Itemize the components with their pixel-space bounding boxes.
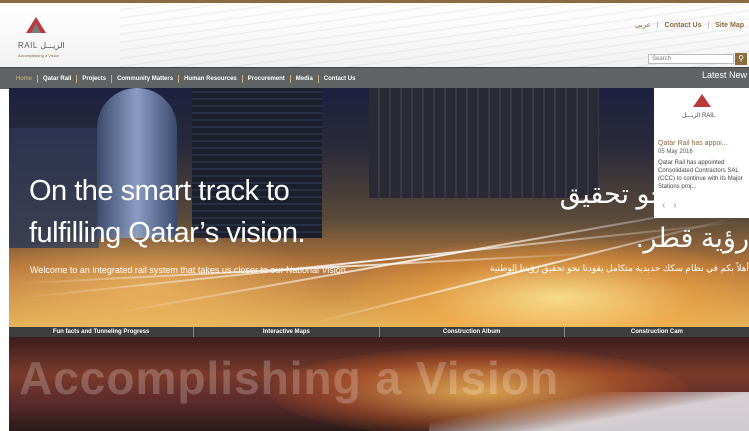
nav-item-community-matters[interactable]: Community Matters [112,74,180,83]
news-date: 05 May 2016 [658,149,693,155]
logo-mark-icon [693,94,711,107]
hero-headline: On the smart track to fulfilling Qatar’s… [29,170,306,254]
arabic-language-link[interactable]: عربي [635,22,651,29]
search-input[interactable]: Search [648,54,734,64]
logo-text: RAIL الريـــل [18,41,65,50]
logo-tagline: Accomplishing a Vision [18,53,60,58]
news-body: Qatar Rail has appointed Consolidated Co… [658,160,743,190]
nav-item-human-resources[interactable]: Human Resources [179,74,243,83]
nav-item-media[interactable]: Media [291,74,319,83]
nav-item-qatar-rail[interactable]: Qatar Rail [38,74,78,83]
hero-subtitle-arabic: أهلاً بكم في نظام سكك حديدية متكامل يقود… [489,263,749,273]
site-logo[interactable]: RAIL الريـــل Accomplishing a Vision [14,17,65,65]
news-headline[interactable]: Qatar Rail has appoi... [658,140,728,147]
separator: | [707,22,710,29]
nav-item-contact-us[interactable]: Contact Us [319,75,361,83]
hero-headline-line2: fulfilling Qatar’s vision. [29,217,306,249]
latest-news-panel[interactable]: الريـــل RAIL Qatar Rail has appoi... 05… [654,88,749,218]
news-logo-text: الريـــل RAIL [682,113,716,119]
latest-news-title: Latest New [701,70,747,80]
nav-item-projects[interactable]: Projects [77,74,113,83]
chevron-right-icon[interactable]: › [673,200,684,211]
tab-construction-cam[interactable]: Construction Cam [565,327,749,337]
nav-item-home[interactable]: Home [11,74,39,83]
hero-slider[interactable]: On the smart track to fulfilling Qatar’s… [9,88,749,327]
main-navigation: Home Qatar Rail Projects Community Matte… [0,67,749,89]
search-button[interactable]: ⚲ [735,53,747,65]
search-icon: ⚲ [738,54,744,63]
news-logo: الريـــل RAIL [682,94,722,132]
feature-tabs: Fun facts and Tunneling Progress Interac… [9,327,749,337]
hero-subtitle: Welcome to an integrated rail system tha… [30,265,349,275]
news-pager: ‹› [662,200,685,211]
vision-banner: Accomplishing a Vision [9,337,749,431]
tab-interactive-maps[interactable]: Interactive Maps [194,327,380,337]
banner-slogan: Accomplishing a Vision [19,352,560,404]
logo-mark-inner-icon [31,23,41,33]
site-map-link[interactable]: Site Map [715,22,744,29]
utility-links: عربي | Contact Us | Site Map [633,21,746,29]
nav-item-procurement[interactable]: Procurement [243,74,291,83]
hero-headline-line1: On the smart track to [29,175,290,207]
tab-construction-album[interactable]: Construction Album [380,327,565,337]
separator: | [656,22,659,29]
hero-headline-arabic-line2: رؤية قطر. [635,223,749,253]
contact-us-link[interactable]: Contact Us [665,22,702,29]
site-header: RAIL الريـــل Accomplishing a Vision عرب… [0,3,749,67]
chevron-left-icon[interactable]: ‹ [662,200,673,211]
tab-fun-facts[interactable]: Fun facts and Tunneling Progress [9,327,195,337]
